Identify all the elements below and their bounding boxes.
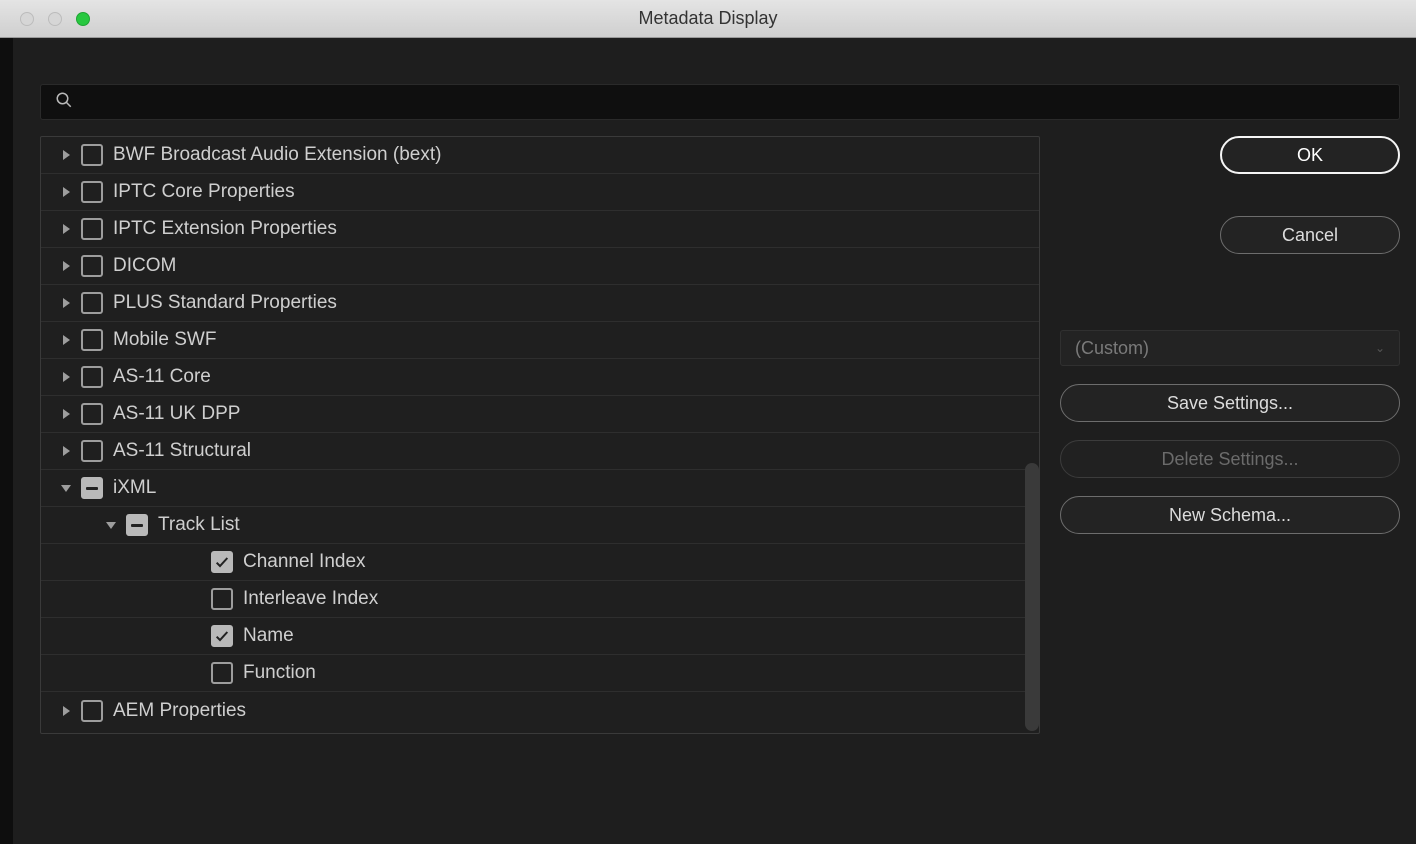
checkbox[interactable] [211,551,233,573]
schema-tree-panel: BWF Broadcast Audio Extension (bext) IPTC… [40,136,1040,734]
checkbox[interactable] [81,329,103,351]
checkbox[interactable] [81,181,103,203]
tree-row-label: DICOM [113,255,176,277]
chevron-down-icon[interactable] [51,485,81,492]
search-input[interactable] [83,93,1385,111]
tree-row-label: IPTC Extension Properties [113,218,337,240]
metadata-display-dialog: Metadata Display BWF Broadcast Audio Ext… [0,0,1416,844]
chevron-right-icon[interactable] [51,150,81,160]
tree-row-label: Mobile SWF [113,329,216,351]
checkbox[interactable] [81,403,103,425]
tree-row[interactable]: AS-11 UK DPP [41,396,1039,433]
tree-row[interactable]: Function [41,655,1039,692]
checkbox[interactable] [126,514,148,536]
tree-row[interactable]: AS-11 Structural [41,433,1039,470]
tree-row-label: Track List [158,514,240,536]
checkbox[interactable] [211,588,233,610]
tree-row[interactable]: Interleave Index [41,581,1039,618]
tree-row-label: AS-11 UK DPP [113,403,240,425]
tree-row-label: PLUS Standard Properties [113,292,337,314]
checkbox[interactable] [81,255,103,277]
chevron-down-icon: ⌄ [1375,341,1385,355]
tree-row[interactable]: IPTC Core Properties [41,174,1039,211]
tree-row[interactable]: PLUS Standard Properties [41,285,1039,322]
save-settings-button[interactable]: Save Settings... [1060,384,1400,422]
tree-row-label: BWF Broadcast Audio Extension (bext) [113,144,441,166]
chevron-right-icon[interactable] [51,261,81,271]
checkbox[interactable] [81,477,103,499]
window-close-button[interactable] [20,12,34,26]
preset-dropdown-label: (Custom) [1075,338,1149,359]
search-bar[interactable] [40,84,1400,120]
tree-row-label: Interleave Index [243,588,378,610]
titlebar: Metadata Display [0,0,1416,38]
tree-row[interactable]: Name [41,618,1039,655]
window-title: Metadata Display [0,8,1416,29]
schema-tree[interactable]: BWF Broadcast Audio Extension (bext) IPTC… [41,137,1039,733]
tree-row-label: AS-11 Structural [113,440,251,462]
window-controls [20,12,90,26]
tree-row[interactable]: AS-11 Core [41,359,1039,396]
tree-row[interactable]: DICOM [41,248,1039,285]
checkbox[interactable] [81,440,103,462]
tree-row-label: AS-11 Core [113,366,211,388]
tree-row[interactable]: Track List [41,507,1039,544]
tree-row[interactable]: AEM Properties [41,692,1039,729]
ok-button[interactable]: OK [1220,136,1400,174]
tree-row[interactable]: BWF Broadcast Audio Extension (bext) [41,137,1039,174]
delete-settings-button: Delete Settings... [1060,440,1400,478]
chevron-right-icon[interactable] [51,372,81,382]
window-minimize-button[interactable] [48,12,62,26]
tree-row[interactable]: IPTC Extension Properties [41,211,1039,248]
checkbox[interactable] [81,366,103,388]
chevron-down-icon[interactable] [96,522,126,529]
preset-dropdown[interactable]: (Custom) ⌄ [1060,330,1400,366]
checkbox[interactable] [211,625,233,647]
content-wrap: BWF Broadcast Audio Extension (bext) IPTC… [0,38,1416,844]
tree-row[interactable]: iXML [41,470,1039,507]
dialog-body: BWF Broadcast Audio Extension (bext) IPTC… [0,38,1416,844]
tree-row-label: Name [243,625,294,647]
tree-row[interactable]: Mobile SWF [41,322,1039,359]
tree-row-label: Channel Index [243,551,366,573]
checkbox[interactable] [81,218,103,240]
checkbox[interactable] [211,662,233,684]
scrollbar-thumb[interactable] [1025,463,1039,731]
checkbox[interactable] [81,144,103,166]
chevron-right-icon[interactable] [51,224,81,234]
tree-row-label: AEM Properties [113,700,246,722]
search-icon [55,91,73,114]
chevron-right-icon[interactable] [51,187,81,197]
chevron-right-icon[interactable] [51,706,81,716]
tree-row-label: Function [243,662,316,684]
chevron-right-icon[interactable] [51,409,81,419]
action-column: OK Cancel (Custom) ⌄ Save Settings... De… [1060,84,1400,824]
checkbox[interactable] [81,292,103,314]
chevron-right-icon[interactable] [51,446,81,456]
chevron-right-icon[interactable] [51,335,81,345]
tree-row-label: IPTC Core Properties [113,181,295,203]
tree-row-label: iXML [113,477,156,499]
chevron-right-icon[interactable] [51,298,81,308]
schema-tree-column: BWF Broadcast Audio Extension (bext) IPTC… [40,84,1040,824]
cancel-button[interactable]: Cancel [1220,216,1400,254]
checkbox[interactable] [81,700,103,722]
new-schema-button[interactable]: New Schema... [1060,496,1400,534]
tree-row[interactable]: Channel Index [41,544,1039,581]
window-zoom-button[interactable] [76,12,90,26]
